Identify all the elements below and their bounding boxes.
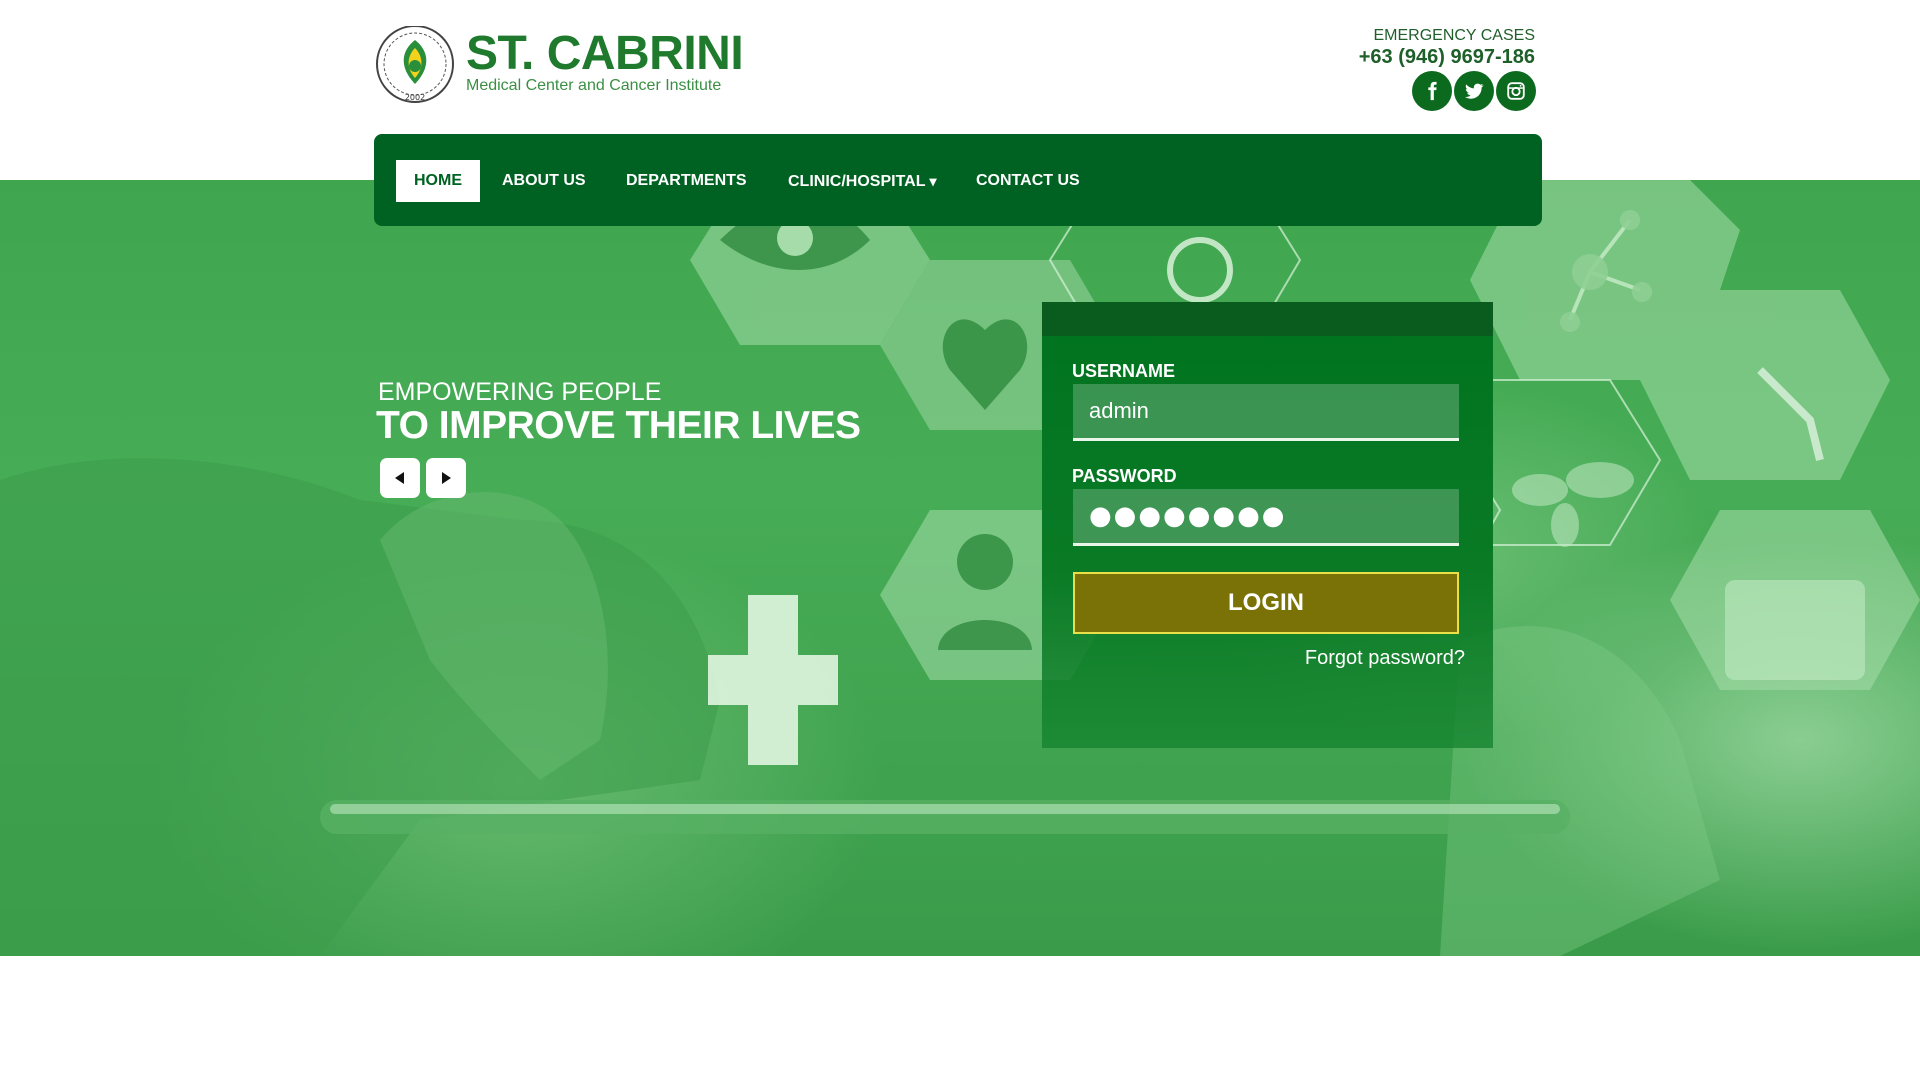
hero-tagline-big: TO IMPROVE THEIR LIVES (376, 404, 861, 447)
hero-tagline-small: EMPOWERING PEOPLE (378, 378, 662, 406)
emergency-label: EMERGENCY CASES (1373, 27, 1535, 44)
triangle-left-icon (395, 472, 404, 484)
social-links (1412, 71, 1536, 111)
facebook-button[interactable] (1412, 71, 1452, 111)
nav-item-clinic-hospital-label: CLINIC/HOSPITAL (788, 173, 926, 190)
nav-item-departments[interactable]: DEPARTMENTS (626, 160, 747, 202)
password-input[interactable] (1073, 489, 1459, 546)
login-panel-header (1042, 302, 1493, 336)
login-panel: USERNAME PASSWORD LOGIN Forgot password? (1042, 302, 1493, 748)
triangle-right-icon (442, 472, 451, 484)
login-button[interactable]: LOGIN (1073, 572, 1459, 634)
slider-prev-button[interactable] (380, 458, 420, 498)
hospital-seal-logo: 2002 (376, 26, 454, 103)
instagram-button[interactable] (1496, 71, 1536, 111)
hero-banner (0, 180, 1920, 956)
nav-item-contact-us[interactable]: CONTACT US (976, 160, 1080, 202)
twitter-icon (1465, 83, 1484, 99)
nav-item-home[interactable]: HOME (396, 160, 480, 202)
username-label: USERNAME (1072, 361, 1176, 381)
instagram-icon (1507, 82, 1525, 100)
twitter-button[interactable] (1454, 71, 1494, 111)
slider-next-button[interactable] (426, 458, 466, 498)
hero-background-art (0, 180, 1920, 956)
password-label: PASSWORD (1072, 466, 1177, 486)
nav-item-about-us[interactable]: ABOUT US (502, 160, 586, 202)
nav-item-clinic-hospital[interactable]: CLINIC/HOSPITAL ▾ (788, 160, 937, 202)
main-navigation: HOME ABOUT US DEPARTMENTS CLINIC/HOSPITA… (374, 134, 1542, 226)
facebook-icon (1428, 81, 1437, 101)
svg-text:2002: 2002 (405, 93, 425, 102)
brand-name: ST. CABRINI (466, 27, 744, 80)
forgot-password-link[interactable]: Forgot password? (1305, 648, 1465, 668)
chevron-down-icon: ▾ (929, 173, 937, 189)
emergency-phone: +63 (946) 9697-186 (1358, 46, 1535, 68)
brand-subtitle: Medical Center and Cancer Institute (466, 77, 722, 94)
username-input[interactable] (1073, 384, 1459, 441)
